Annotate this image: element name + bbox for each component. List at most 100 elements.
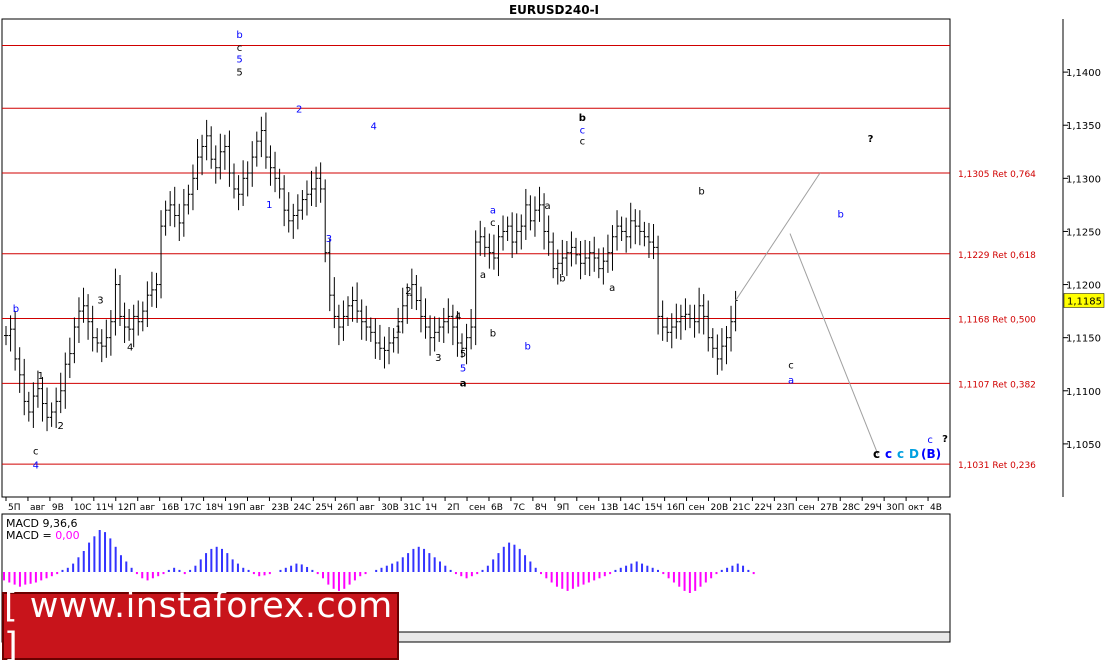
- wave-label: b: [838, 210, 844, 221]
- wave-label: b: [13, 304, 19, 315]
- wave-label: c: [580, 126, 586, 137]
- wave-label: 2: [57, 421, 63, 432]
- wave-label: b: [236, 30, 242, 41]
- x-axis-tick-label: 27В: [820, 503, 838, 513]
- wave-label: 3: [435, 353, 441, 364]
- x-axis-tick-label: 23П: [776, 503, 794, 513]
- x-axis-tick-label: 11Ч: [96, 503, 114, 513]
- wave-label: c: [237, 43, 243, 54]
- price-chart: 1,1305 Ret 0,764 1,1229 Ret 0,618 1,1168 R…: [1, 18, 1105, 643]
- x-axis-tick-label: 1Ч: [425, 503, 437, 513]
- x-axis-tick-label: 9В: [52, 503, 64, 513]
- x-axis-tick-label: окт: [908, 503, 924, 513]
- x-axis-tick-label: 8Ч: [535, 503, 547, 513]
- y-axis-tick-label: 1,1100: [1066, 387, 1101, 398]
- x-axis-tick-label: 10С: [74, 503, 92, 513]
- wave-label: 4: [127, 342, 133, 353]
- wave-label: 5: [236, 67, 242, 78]
- x-axis-tick-label: сен: [469, 503, 485, 513]
- x-axis-tick-label: 4В: [930, 503, 942, 513]
- wave-label: c: [580, 136, 586, 147]
- x-axis-tick-label: 30П: [886, 503, 904, 513]
- x-axis-tick-label: 24С: [293, 503, 311, 513]
- y-axis-tick-label: 1,1200: [1066, 281, 1101, 292]
- wave-label: ?: [942, 434, 948, 445]
- promo-text: [ www.instaforex.com ]: [4, 586, 393, 666]
- x-axis-tick-label: 2П: [447, 503, 460, 513]
- fib-level-label: 1,1305 Ret 0,764: [958, 170, 1036, 180]
- wave-label: b: [559, 273, 565, 284]
- wave-group-label: D: [909, 447, 919, 461]
- wave-label: c: [788, 360, 794, 371]
- x-axis-tick-label: 17С: [184, 503, 202, 513]
- wave-label: 1: [38, 371, 44, 382]
- wave-label: 4: [455, 312, 461, 323]
- wave-label: 4: [33, 460, 39, 471]
- y-axis-tick-label: 1,1400: [1066, 68, 1101, 79]
- wave-group-label: c: [873, 447, 880, 461]
- x-axis-tick-label: авг: [140, 503, 156, 513]
- fib-level-label: 1,1107 Ret 0,382: [958, 380, 1036, 390]
- x-axis-tick-label: 16В: [162, 503, 180, 513]
- x-axis-tick-label: 25Ч: [315, 503, 333, 513]
- x-axis-tick-label: 18Ч: [206, 503, 224, 513]
- wave-label: 2: [405, 286, 411, 297]
- wave-label: b: [579, 113, 586, 124]
- x-axis-tick-label: 19П: [228, 503, 246, 513]
- x-axis-tick-label: 23В: [271, 503, 289, 513]
- wave-label: 5: [460, 364, 466, 375]
- x-axis-tick-label: авг: [359, 503, 375, 513]
- x-axis-tick-label: 12П: [118, 503, 136, 513]
- macd-value: 0,00: [55, 529, 80, 542]
- x-axis-tick-label: 7С: [513, 503, 525, 513]
- wave-label: 1: [395, 324, 401, 335]
- wave-label: b: [525, 341, 531, 352]
- x-axis-tick-label: 31С: [403, 503, 421, 513]
- x-axis-tick-label: 9П: [557, 503, 570, 513]
- wave-label: ?: [868, 134, 874, 145]
- wave-group-label: c: [885, 447, 892, 461]
- wave-label: b: [490, 329, 496, 340]
- x-axis-tick-label: 30В: [381, 503, 399, 513]
- wave-label: a: [788, 375, 794, 386]
- fib-level-label: 1,1229 Ret 0,618: [958, 251, 1036, 261]
- wave-label: a: [480, 270, 486, 281]
- x-axis-tick-label: сен: [798, 503, 814, 513]
- wave-label: a: [490, 205, 496, 216]
- wave-label: 1: [266, 200, 272, 211]
- wave-label: a: [609, 283, 615, 294]
- macd-value-prefix: MACD =: [6, 529, 56, 542]
- x-axis-tick-label: 16П: [667, 503, 685, 513]
- x-axis-tick-label: 21С: [732, 503, 750, 513]
- y-axis-tick-label: 1,1350: [1066, 121, 1101, 132]
- y-axis-tick-label: 1,1050: [1066, 440, 1101, 451]
- x-axis-tick-label: сен: [579, 503, 595, 513]
- x-axis-tick-label: 26П: [337, 503, 355, 513]
- wave-label: 3: [97, 296, 103, 307]
- x-axis-tick-label: 14С: [623, 503, 641, 513]
- wave-label: b: [698, 186, 704, 197]
- x-axis-tick-label: 28С: [842, 503, 860, 513]
- x-axis-tick-label: 13В: [601, 503, 619, 513]
- x-axis-tick-label: 15Ч: [645, 503, 663, 513]
- wave-group-label: (B): [921, 447, 941, 461]
- wave-label: 2: [296, 104, 302, 115]
- wave-label: a: [544, 201, 550, 212]
- wave-label: c: [490, 218, 496, 229]
- wave-label: 4: [370, 121, 376, 132]
- chart-window: EURUSD240-I 1,1305 Ret 0,764 1,1229 Ret 0…: [0, 0, 1108, 666]
- x-axis-tick-label: 29Ч: [864, 503, 882, 513]
- wave-label: c: [927, 435, 933, 446]
- y-axis-tick-label: 1,1300: [1066, 174, 1101, 185]
- x-axis-tick-label: сен: [689, 503, 705, 513]
- macd-value-label: MACD = 0,00: [6, 529, 80, 542]
- wave-label: a: [460, 379, 467, 390]
- x-axis-tick-label: 5П: [8, 503, 21, 513]
- x-axis-tick-label: авг: [249, 503, 265, 513]
- x-axis-tick-label: 22Ч: [754, 503, 772, 513]
- wave-label: 3: [326, 234, 332, 245]
- y-axis-tick-label: 1,1150: [1066, 334, 1101, 345]
- promo-banner[interactable]: [ www.instaforex.com ]: [2, 586, 399, 666]
- fib-level-label: 1,1168 Ret 0,500: [958, 316, 1036, 326]
- current-price-label: 1,1185: [1067, 296, 1102, 307]
